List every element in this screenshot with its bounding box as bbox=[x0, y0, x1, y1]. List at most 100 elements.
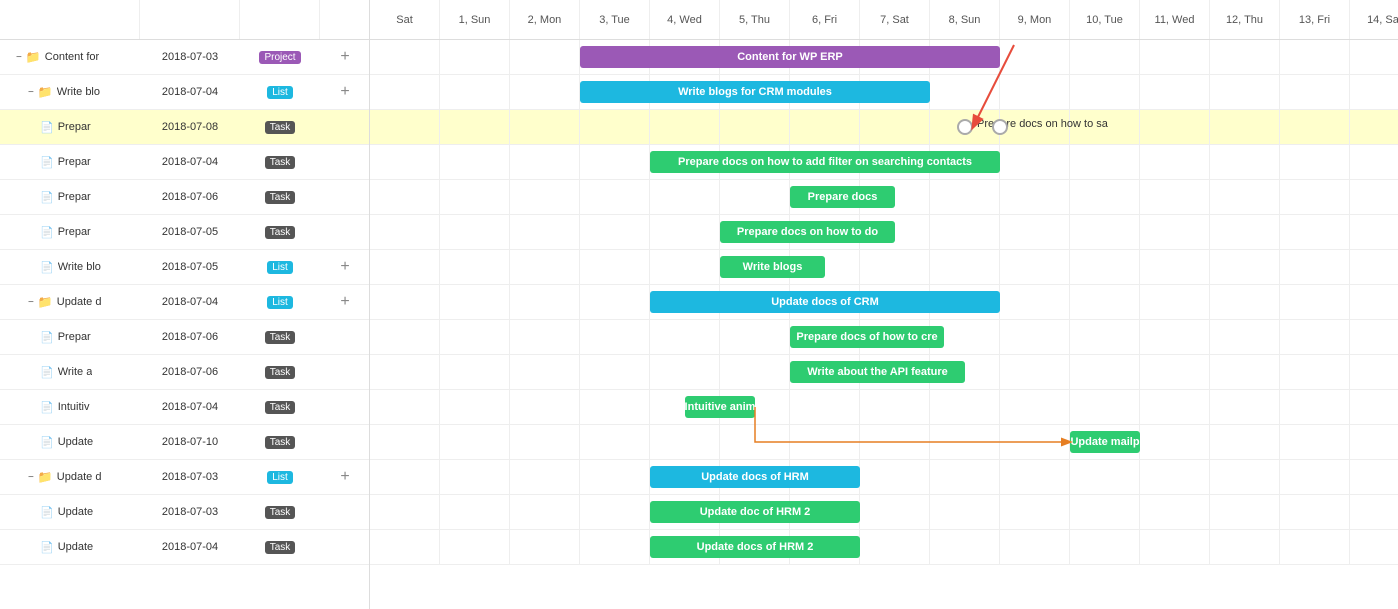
row-group: Task bbox=[240, 541, 320, 554]
gantt-row: Prepare docs bbox=[370, 180, 1398, 215]
gantt-cell bbox=[1000, 530, 1070, 565]
row-start: 2018-07-03 bbox=[140, 471, 240, 483]
gantt-cell bbox=[580, 355, 650, 390]
gantt-cell bbox=[370, 215, 440, 250]
collapse-icon[interactable]: − bbox=[28, 297, 34, 308]
gantt-bar[interactable]: Update docs of HRM 2 bbox=[650, 536, 860, 558]
row-action[interactable]: + bbox=[320, 259, 369, 275]
gantt-header-cell: 2, Mon bbox=[510, 0, 580, 39]
gantt-header-cell: 13, Fri bbox=[1280, 0, 1350, 39]
row-start: 2018-07-03 bbox=[140, 51, 240, 63]
gantt-bar[interactable]: Intuitive anim bbox=[685, 396, 755, 418]
gantt-cell bbox=[1350, 460, 1398, 495]
doc-icon: 📄 bbox=[40, 366, 54, 379]
gantt-bar[interactable]: Prepare docs bbox=[790, 186, 895, 208]
gantt-bar[interactable]: Prepare docs of how to cre bbox=[790, 326, 944, 348]
doc-icon: 📄 bbox=[40, 261, 54, 274]
gantt-bar[interactable]: Update doc of HRM 2 bbox=[650, 501, 860, 523]
group-badge: Task bbox=[265, 436, 296, 449]
table-row: 📄Update2018-07-03Task bbox=[0, 495, 369, 530]
gantt-bar[interactable]: Update docs of HRM bbox=[650, 466, 860, 488]
table-row: 📄Update2018-07-10Task bbox=[0, 425, 369, 460]
row-title-text: Update bbox=[58, 436, 93, 448]
collapse-icon[interactable]: − bbox=[16, 52, 22, 63]
col-group bbox=[240, 0, 320, 39]
folder-icon: 📁 bbox=[38, 470, 53, 484]
row-title: −📁Write blo bbox=[0, 85, 140, 99]
gantt-body: Content for WP ERP Write blogs for CRM mo… bbox=[370, 40, 1398, 565]
gantt-cell bbox=[1350, 355, 1398, 390]
gantt-cell bbox=[1000, 320, 1070, 355]
table-row: 📄Prepar2018-07-06Task bbox=[0, 320, 369, 355]
row-start: 2018-07-04 bbox=[140, 156, 240, 168]
gantt-cell bbox=[580, 145, 650, 180]
gantt-bar[interactable]: Prepare docs on how to do bbox=[720, 221, 895, 243]
row-title: −📁Update d bbox=[0, 470, 140, 484]
row-group: List bbox=[240, 86, 320, 99]
group-badge: Task bbox=[265, 121, 296, 134]
gantt-cell bbox=[930, 75, 1000, 110]
row-title: 📄Update bbox=[0, 541, 140, 554]
gantt-cell bbox=[1280, 495, 1350, 530]
gantt-bar[interactable]: Prepare docs on how to add filter on sea… bbox=[650, 151, 1000, 173]
left-panel: −📁Content for2018-07-03Project+−📁Write b… bbox=[0, 0, 370, 609]
gantt-cell bbox=[1350, 320, 1398, 355]
row-action[interactable]: + bbox=[320, 469, 369, 485]
row-start: 2018-07-04 bbox=[140, 541, 240, 553]
gantt-cell bbox=[930, 530, 1000, 565]
gantt-cell bbox=[1350, 425, 1398, 460]
gantt-cell bbox=[510, 530, 580, 565]
gantt-cell bbox=[370, 495, 440, 530]
row-title-text: Write blo bbox=[57, 86, 100, 98]
row-action[interactable]: + bbox=[320, 294, 369, 310]
table-row: −📁Update d2018-07-04List+ bbox=[0, 285, 369, 320]
gantt-cell bbox=[1210, 180, 1280, 215]
row-action[interactable]: + bbox=[320, 84, 369, 100]
gantt-row: Prepare docs on how to do bbox=[370, 215, 1398, 250]
row-title-text: Prepar bbox=[58, 331, 91, 343]
gantt-bar[interactable]: Content for WP ERP bbox=[580, 46, 1000, 68]
doc-icon: 📄 bbox=[40, 191, 54, 204]
gantt-cell bbox=[1000, 355, 1070, 390]
gantt-cell bbox=[1350, 250, 1398, 285]
group-badge: Task bbox=[265, 191, 296, 204]
doc-icon: 📄 bbox=[40, 436, 54, 449]
add-button[interactable]: + bbox=[340, 469, 349, 485]
gantt-cell bbox=[440, 110, 510, 145]
col-action bbox=[320, 0, 370, 39]
gantt-bar[interactable]: Update docs of CRM bbox=[650, 291, 1000, 313]
gantt-bar[interactable]: Write about the API feature bbox=[790, 361, 965, 383]
gantt-cell bbox=[510, 320, 580, 355]
collapse-icon[interactable]: − bbox=[28, 472, 34, 483]
gantt-cell bbox=[860, 460, 930, 495]
add-button[interactable]: + bbox=[340, 49, 349, 65]
table-row: 📄Prepar2018-07-04Task bbox=[0, 145, 369, 180]
gantt-cell bbox=[580, 390, 650, 425]
gantt-row: Prepare docs of how to cre bbox=[370, 320, 1398, 355]
gantt-cell bbox=[1140, 75, 1210, 110]
gantt-cell bbox=[370, 145, 440, 180]
gantt-cell bbox=[1210, 215, 1280, 250]
gantt-cell bbox=[1070, 390, 1140, 425]
row-group: Task bbox=[240, 436, 320, 449]
gantt-bar[interactable]: Write blogs bbox=[720, 256, 825, 278]
gantt-cell bbox=[580, 215, 650, 250]
gantt-header-cell: Sat bbox=[370, 0, 440, 39]
gantt-cell bbox=[1140, 40, 1210, 75]
gantt-cell bbox=[440, 320, 510, 355]
row-title: −📁Update d bbox=[0, 295, 140, 309]
gantt-row: Prepare docs on how to sa bbox=[370, 110, 1398, 145]
row-group: List bbox=[240, 261, 320, 274]
gantt-cell bbox=[1280, 145, 1350, 180]
gantt-bar[interactable]: Update mailp bbox=[1070, 431, 1140, 453]
group-badge: Project bbox=[259, 51, 300, 64]
gantt-cell bbox=[510, 75, 580, 110]
row-start: 2018-07-06 bbox=[140, 191, 240, 203]
row-action[interactable]: + bbox=[320, 49, 369, 65]
collapse-icon[interactable]: − bbox=[28, 87, 34, 98]
add-button[interactable]: + bbox=[340, 294, 349, 310]
add-button[interactable]: + bbox=[340, 259, 349, 275]
gantt-bar[interactable]: Write blogs for CRM modules bbox=[580, 81, 930, 103]
milestone bbox=[957, 119, 973, 135]
add-button[interactable]: + bbox=[340, 84, 349, 100]
